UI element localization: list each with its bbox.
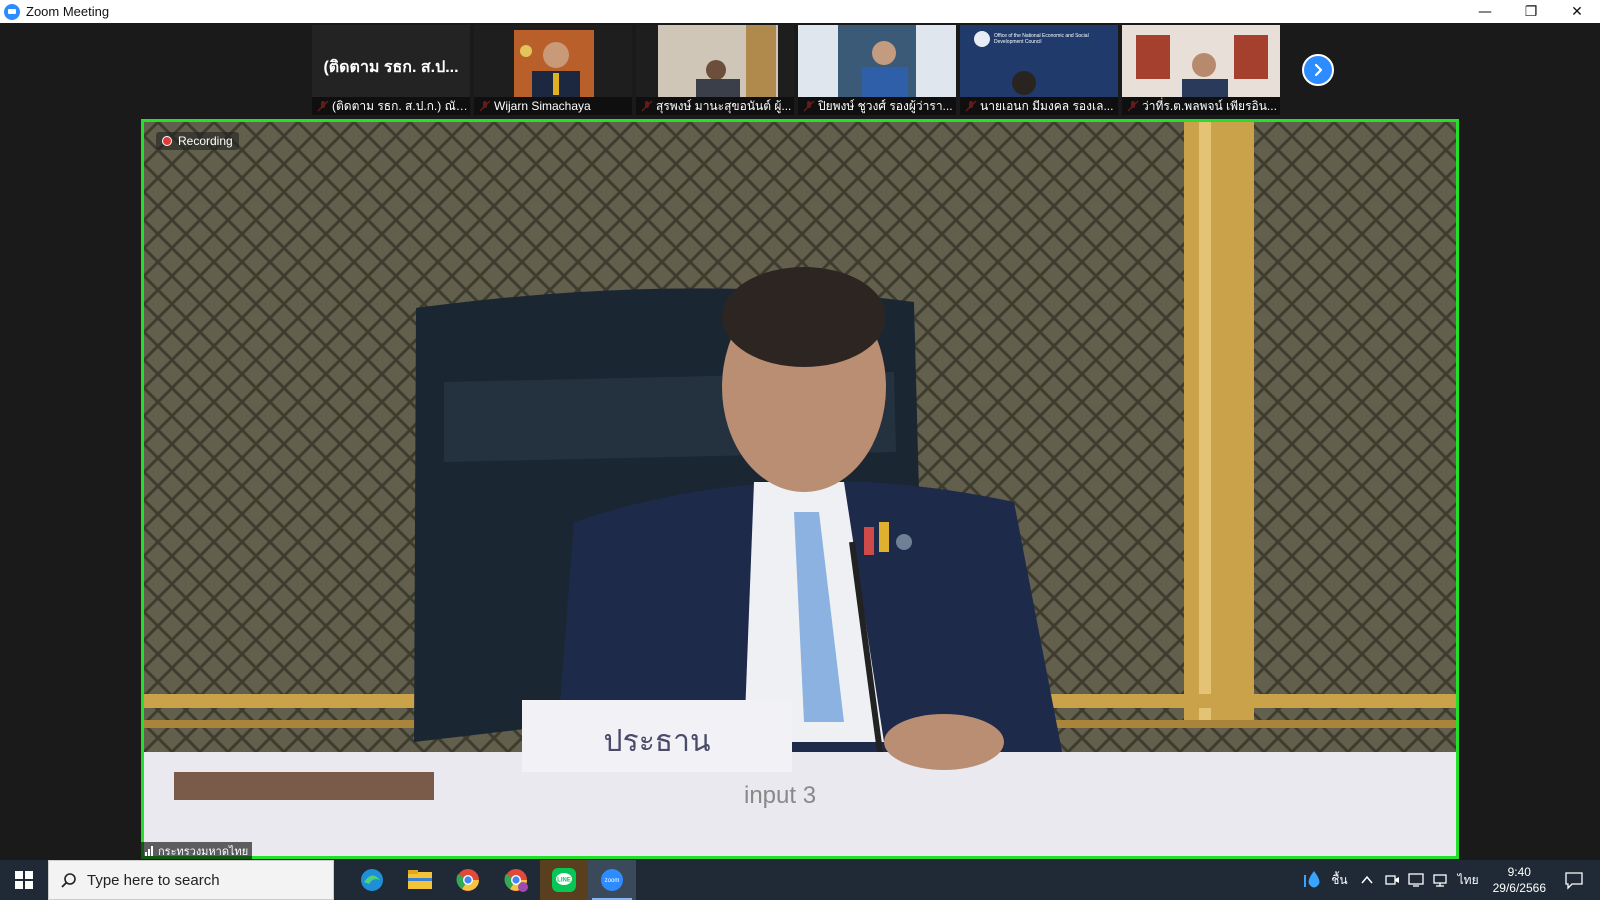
language-indicator[interactable]: ไทย (1458, 871, 1479, 890)
participant-video (474, 25, 632, 97)
participant-video (636, 25, 794, 97)
weather-label[interactable]: ชื้น (1331, 871, 1347, 890)
video-overlay-text: input 3 (744, 782, 817, 809)
taskbar-search-box[interactable]: Type here to search (48, 860, 334, 900)
speaker-name: กระทรวงมหาดไทย (158, 845, 249, 858)
participant-name-overlay: (ติดตาม รธก. ส.ป... (323, 59, 459, 76)
participant-thumbnail[interactable]: สุรพงษ์ มานะสุขอนันต์ ผู้... (636, 25, 794, 115)
chrome-icon (456, 869, 479, 891)
participant-label: ปิยพงษ์ ชูวงศ์ รองผู้ว่ารา... (798, 97, 956, 115)
participant-thumbnail[interactable]: Wijarn Simachaya (474, 25, 632, 115)
taskbar-zoom[interactable]: zoom (588, 860, 636, 900)
taskbar-file-explorer[interactable] (396, 860, 444, 900)
participant-thumbnail[interactable]: ว่าที่ร.ต.พลพจน์ เพียรอิน... (1122, 25, 1280, 115)
system-tray: ชื้น ไทย 9:40 29/6/2566 (1303, 860, 1600, 900)
window-titlebar: Zoom Meeting — ❐ ✕ (0, 0, 1600, 23)
file-explorer-icon (408, 870, 432, 889)
participant-strip: (ติดตาม รธก. ส.ป... (ติดตาม รธก. ส.ป.ก.)… (0, 23, 1600, 117)
taskbar-chrome-profile[interactable] (492, 860, 540, 900)
windows-logo-icon (15, 871, 33, 889)
participant-label: ว่าที่ร.ต.พลพจน์ เพียรอิน... (1122, 97, 1280, 115)
participant-banner: Office of the National Economic and Soci… (994, 33, 1089, 45)
taskbar-clock[interactable]: 9:40 29/6/2566 (1493, 864, 1546, 896)
taskbar-line[interactable]: LINE (540, 860, 588, 900)
participant-video (798, 25, 956, 97)
nameplate-text: ประธาน (603, 724, 711, 759)
restore-button[interactable]: ❐ (1508, 0, 1554, 23)
zoom-icon: zoom (601, 869, 623, 891)
clock-time: 9:40 (1507, 865, 1531, 879)
signal-strength-icon (145, 845, 154, 856)
record-icon (162, 136, 172, 146)
recording-label: Recording (178, 134, 233, 148)
participant-thumbnail[interactable]: ปิยพงษ์ ชูวงศ์ รองผู้ว่ารา... (798, 25, 956, 115)
svg-text:zoom: zoom (605, 878, 620, 884)
line-icon: LINE (552, 868, 576, 892)
search-placeholder: Type here to search (87, 871, 220, 889)
speaker-video-frame (144, 122, 1456, 856)
clock-date: 29/6/2566 (1492, 881, 1546, 895)
recording-indicator[interactable]: Recording (156, 132, 239, 150)
chrome-profile-icon (504, 869, 528, 892)
water-drop-icon[interactable] (1303, 869, 1325, 891)
participant-label: สุรพงษ์ มานะสุขอนันต์ ผู้... (636, 97, 794, 115)
next-page-button[interactable] (1302, 54, 1334, 86)
network-icon[interactable] (1432, 872, 1448, 888)
participant-label: (ติดตาม รธก. ส.ป.ก.) ณัฐ... (312, 97, 470, 115)
zoom-app-icon (4, 3, 20, 20)
window-title: Zoom Meeting (26, 4, 110, 19)
chevron-right-icon (1314, 63, 1323, 77)
minimize-button[interactable]: — (1462, 0, 1508, 23)
meet-now-icon[interactable] (1384, 872, 1400, 888)
search-icon (61, 873, 76, 888)
start-button[interactable] (0, 860, 48, 900)
notification-icon[interactable] (1564, 870, 1584, 890)
taskbar-edge[interactable] (348, 860, 396, 900)
participant-thumbnail[interactable]: (ติดตาม รธก. ส.ป... (ติดตาม รธก. ส.ป.ก.)… (312, 25, 470, 115)
speaker-name-label: กระทรวงมหาดไทย (141, 842, 253, 859)
windows-taskbar: Type here to search LINE zoom ชื้น ไทย 9… (0, 860, 1600, 900)
participant-label: นายเอนก มีมงคล รองเล... (960, 97, 1118, 115)
active-speaker-video: ประธาน input 3 Recording (141, 119, 1459, 859)
taskbar-chrome[interactable] (444, 860, 492, 900)
chevron-up-icon[interactable] (1360, 873, 1374, 887)
participant-label: Wijarn Simachaya (474, 97, 632, 115)
participant-thumbnail[interactable]: Office of the National Economic and Soci… (960, 25, 1118, 115)
close-button[interactable]: ✕ (1554, 0, 1600, 23)
svg-text:LINE: LINE (557, 878, 571, 884)
edge-icon (361, 869, 383, 891)
participant-video (1122, 25, 1280, 97)
display-icon[interactable] (1407, 872, 1424, 888)
